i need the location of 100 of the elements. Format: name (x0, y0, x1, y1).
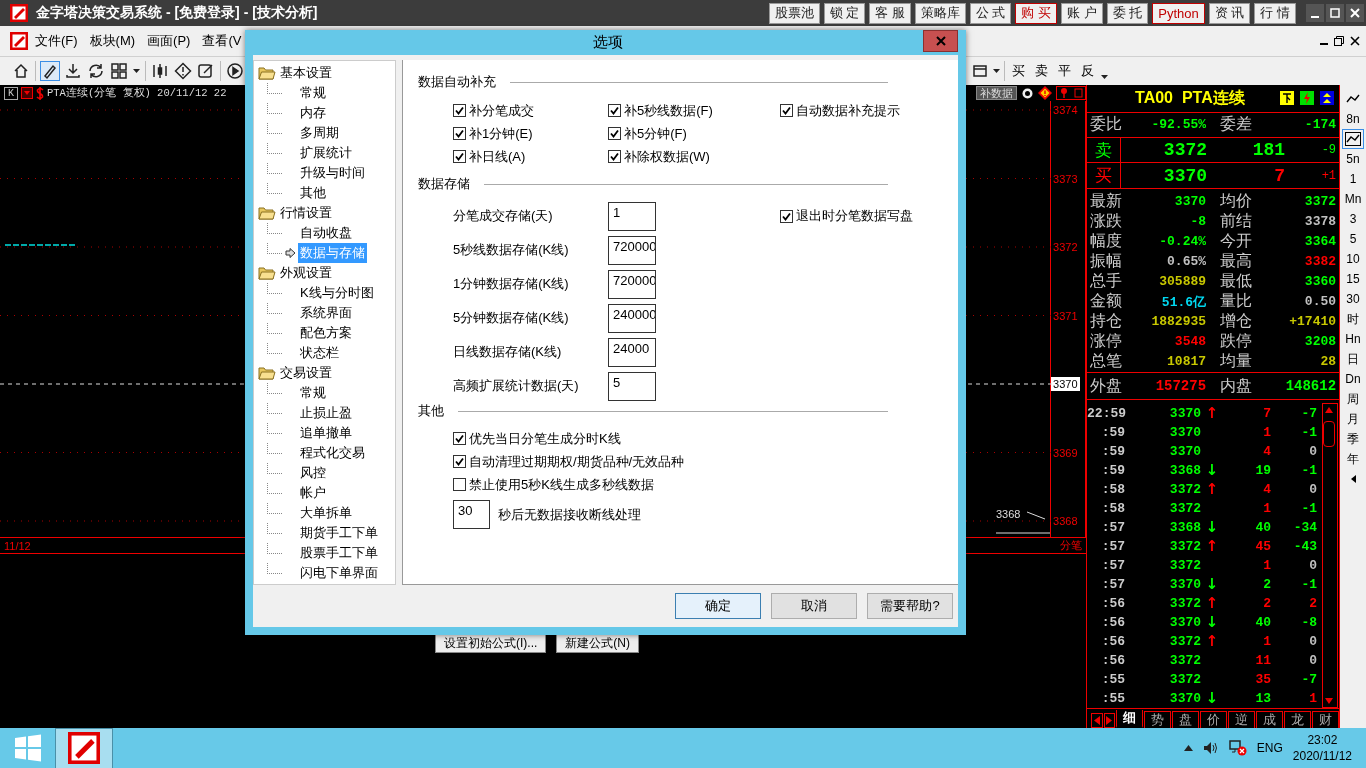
checkbox[interactable]: 自动数据补充提示 (780, 101, 958, 120)
toolbar-button[interactable]: 行 情 (1254, 2, 1296, 24)
fill-data-button[interactable]: 补数据 (976, 86, 1018, 100)
chart-period-button[interactable]: 日 (1342, 349, 1364, 369)
tree-item[interactable]: 追单撤单 (298, 423, 354, 443)
menu-item[interactable]: 文件(F) (30, 32, 83, 50)
edit-icon[interactable] (197, 62, 215, 80)
taskbar-app-button[interactable] (55, 727, 113, 768)
checkbox[interactable]: 补除权数据(W) (608, 147, 780, 166)
trade-button[interactable]: 买 (1009, 62, 1028, 80)
chart-period-button[interactable]: 周 (1342, 389, 1364, 409)
tree-item[interactable]: 风控 (298, 463, 328, 483)
checkbox[interactable]: 补5分钟(F) (608, 124, 780, 143)
chart-period-button[interactable]: Mn (1342, 189, 1364, 209)
tree-group[interactable]: 行情设置 (280, 204, 332, 222)
tree-item[interactable]: 闪电下单界面 (298, 563, 380, 583)
language-indicator[interactable]: ENG (1256, 741, 1283, 755)
menu-item[interactable]: 板块(M) (84, 32, 141, 50)
menu-item[interactable]: 画面(P) (142, 32, 196, 50)
pen-icon[interactable] (41, 62, 59, 80)
chart-period-button[interactable]: 15 (1342, 269, 1364, 289)
scroll-thumb[interactable] (1323, 421, 1336, 448)
toolbar-button[interactable]: 客 服 (869, 2, 911, 24)
toolbar-button[interactable]: 股票池 (768, 2, 820, 24)
chart-period-button[interactable]: 月 (1342, 409, 1364, 429)
checkbox[interactable]: 补1分钟(E) (453, 124, 608, 143)
chart-period-button[interactable]: 8n (1342, 109, 1364, 129)
tree-item[interactable]: 止损止盈 (298, 403, 354, 423)
number-field[interactable]: 720000 (608, 269, 656, 299)
dialog-button[interactable]: 需要帮助? (867, 593, 953, 619)
chart-period-button[interactable]: 5 (1342, 229, 1364, 249)
tree-item[interactable]: 内存 (298, 103, 328, 123)
alert-diamond-icon[interactable] (1038, 86, 1053, 100)
chart-period-button[interactable]: 年 (1342, 449, 1364, 469)
number-field[interactable]: 30 (453, 500, 490, 529)
tree-item[interactable]: 系统界面 (298, 303, 354, 323)
toolbar-button[interactable]: Python (1152, 2, 1205, 24)
number-field[interactable]: 5 (608, 371, 656, 401)
tree-item[interactable]: 期货手工下单 (298, 523, 380, 543)
chart-period-button[interactable] (1342, 129, 1364, 149)
trade-button[interactable]: 反 (1078, 62, 1097, 80)
caret-icon[interactable] (1101, 74, 1108, 80)
double-caret-icon[interactable] (1320, 91, 1335, 106)
candlestick-icon[interactable] (151, 62, 169, 80)
down-icon[interactable] (1280, 91, 1295, 106)
grid-icon[interactable] (110, 62, 128, 80)
tree-item[interactable]: 多周期 (298, 123, 341, 143)
chart-period-button[interactable]: 30 (1342, 289, 1364, 309)
dialog-button[interactable]: 确定 (675, 593, 761, 619)
number-field[interactable]: 720000 (608, 235, 656, 265)
toolbar-button[interactable]: 公 式 (969, 2, 1012, 24)
checkbox[interactable]: 退出时分笔数据写盘 (780, 207, 958, 225)
tree-item[interactable]: 常规 (298, 383, 328, 403)
menu-logo-icon[interactable] (10, 32, 28, 50)
tree-item[interactable]: 其他 (298, 183, 328, 203)
checkbox[interactable]: 自动清理过期期权/期货品种/无效品种 (453, 450, 958, 473)
tree-item[interactable]: 自动收盘 (298, 223, 354, 243)
tree-item[interactable]: K线与分时图 (298, 283, 376, 303)
home-icon[interactable] (12, 62, 30, 80)
tree-item[interactable]: 升级与时间 (298, 163, 367, 183)
tree-group[interactable]: 交易设置 (280, 364, 332, 382)
chart-period-button[interactable]: 5n (1342, 149, 1364, 169)
number-field[interactable]: 1 (608, 201, 656, 231)
maximize-button[interactable] (1326, 4, 1344, 22)
tree-item[interactable]: 程式化交易 (298, 443, 367, 463)
window-icon[interactable] (971, 62, 989, 80)
toolbar-button[interactable]: 购 买 (1015, 2, 1057, 24)
close-button[interactable] (923, 29, 958, 52)
close-button[interactable] (1346, 4, 1364, 22)
dropdown-icon[interactable] (21, 87, 33, 99)
dialog-button[interactable]: 取消 (771, 593, 857, 619)
trade-button[interactable]: 平 (1055, 62, 1074, 80)
toolbar-button[interactable]: 资 讯 (1208, 2, 1251, 24)
tree-item[interactable]: 扩展统计 (298, 143, 354, 163)
number-field[interactable]: 240000 (608, 303, 656, 333)
toolbar-button[interactable]: 策略库 (914, 2, 966, 24)
checkbox[interactable]: 补分笔成交 (453, 101, 608, 120)
checkbox[interactable]: 优先当日分笔生成分时K线 (453, 427, 958, 450)
alert-diamond-icon[interactable] (174, 62, 192, 80)
previous-button[interactable] (1091, 713, 1103, 728)
minimize-button[interactable] (1306, 4, 1324, 22)
trade-button[interactable]: 卖 (1032, 62, 1051, 80)
caret-up-icon[interactable] (1183, 745, 1193, 751)
tree-item[interactable]: 大单拆单 (298, 503, 354, 523)
scrollbar[interactable] (1322, 403, 1339, 709)
chart-period-button[interactable]: 1 (1342, 169, 1364, 189)
tree-item[interactable]: 配色方案 (298, 323, 354, 343)
tree-group[interactable]: 基本设置 (280, 64, 332, 82)
app-logo-icon[interactable] (10, 4, 28, 22)
toolbar-button[interactable]: 委 托 (1106, 2, 1149, 24)
checkbox[interactable]: 补5秒线数据(F) (608, 101, 780, 120)
sync-icon[interactable] (87, 62, 105, 80)
close-icon[interactable] (1350, 36, 1360, 46)
speaker-icon[interactable] (1202, 741, 1219, 755)
tree-item[interactable]: 状态栏 (298, 343, 341, 363)
chart-period-button[interactable]: 10 (1342, 249, 1364, 269)
checkbox[interactable]: 补日线(A) (453, 147, 608, 166)
tree-item[interactable]: 帐户 (298, 483, 328, 503)
number-field[interactable]: 24000 (608, 337, 656, 367)
tree-item[interactable]: 股票手工下单 (298, 543, 380, 563)
